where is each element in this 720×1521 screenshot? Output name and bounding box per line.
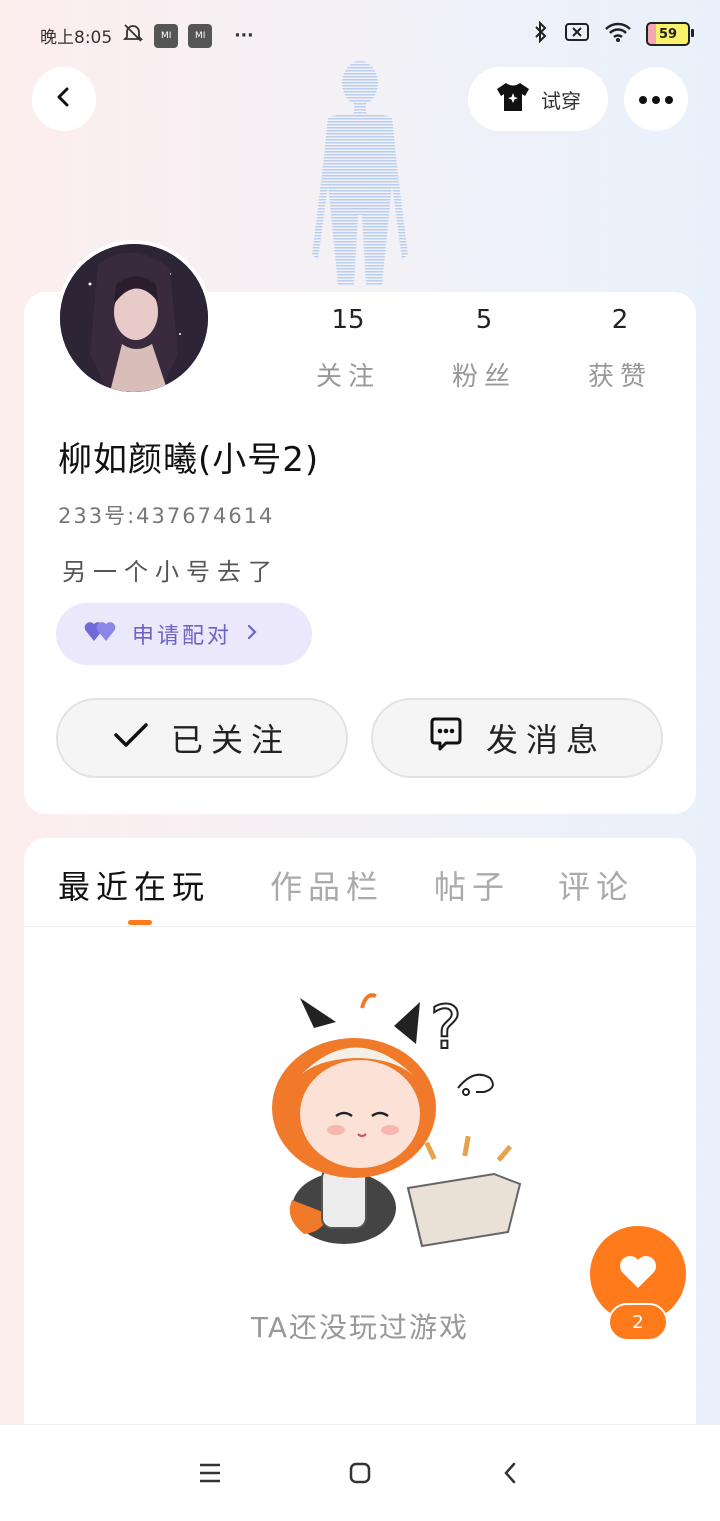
bell-off-icon <box>122 22 144 49</box>
battery-indicator: 59 <box>646 22 694 46</box>
content-card: 最近在玩 作品栏 帖子 评论 ? TA还没玩过游戏 <box>24 838 696 1438</box>
mi-app-icon-2: MI <box>188 23 213 48</box>
likes-label: 获赞 <box>587 362 652 392</box>
following-stat[interactable]: 15 关注 <box>280 300 416 393</box>
chevron-left-icon <box>52 85 76 113</box>
send-message-button[interactable]: 发消息 <box>371 698 663 778</box>
mi-app-icon: MI <box>154 23 179 48</box>
recent-apps-button[interactable] <box>190 1455 230 1495</box>
followed-button[interactable]: 已关注 <box>56 698 348 778</box>
profile-uid: 233号:437674614 <box>58 504 275 528</box>
followers-label: 粉丝 <box>451 362 516 392</box>
hearts-icon <box>84 619 118 649</box>
followed-label: 已关注 <box>170 721 291 759</box>
send-message-label: 发消息 <box>485 721 606 759</box>
back-button[interactable] <box>32 67 96 131</box>
followers-stat[interactable]: 5 粉丝 <box>416 300 552 393</box>
back-chevron-icon <box>501 1461 519 1489</box>
empty-state-illustration: ? <box>244 988 534 1268</box>
followers-count: 5 <box>475 305 493 335</box>
try-on-button[interactable]: 试穿 <box>468 67 608 131</box>
tab-posts[interactable]: 帖子 <box>434 862 510 908</box>
bluetooth-icon <box>532 20 550 48</box>
wifi-icon <box>604 21 632 47</box>
menu-icon <box>198 1462 222 1488</box>
square-icon <box>348 1461 372 1489</box>
status-time: 晚上8:05 <box>40 28 113 48</box>
more-options-button[interactable] <box>624 67 688 131</box>
try-on-label: 试穿 <box>541 88 581 113</box>
empty-state-text: TA还没玩过游戏 <box>250 1311 470 1344</box>
following-count: 15 <box>331 305 365 335</box>
home-button[interactable] <box>340 1455 380 1495</box>
no-sim-icon <box>564 21 590 47</box>
following-label: 关注 <box>315 362 380 392</box>
like-count-badge: 2 <box>608 1303 668 1341</box>
system-back-button[interactable] <box>490 1455 530 1495</box>
system-navigation-bar <box>0 1424 720 1521</box>
profile-stats: 15 关注 5 粉丝 2 获赞 <box>280 300 700 393</box>
tab-works[interactable]: 作品栏 <box>270 862 384 908</box>
request-pair-button[interactable]: 申请配对 <box>56 603 312 665</box>
tab-recently-played[interactable]: 最近在玩 <box>58 862 210 908</box>
svg-text:?: ? <box>430 993 462 1063</box>
avatar-image <box>60 244 208 392</box>
likes-stat[interactable]: 2 获赞 <box>552 300 688 393</box>
profile-avatar[interactable] <box>56 240 212 396</box>
profile-nickname: 柳如颜曦(小号2) <box>58 440 320 480</box>
likes-count: 2 <box>611 305 629 335</box>
chat-bubble-icon <box>428 716 464 760</box>
tab-comments[interactable]: 评论 <box>558 862 634 908</box>
more-dots-icon <box>638 90 674 109</box>
chevron-right-icon <box>246 622 258 647</box>
tshirt-icon <box>495 81 531 118</box>
heart-icon <box>618 1254 658 1294</box>
tab-active-indicator <box>128 920 152 925</box>
profile-bio: 另一个小号去了 <box>62 558 279 586</box>
more-notifications-icon: ··· <box>234 25 254 46</box>
check-icon <box>113 719 149 757</box>
avatar-figure-hologram[interactable] <box>298 55 422 290</box>
request-pair-label: 申请配对 <box>132 624 233 649</box>
profile-tabs: 最近在玩 作品栏 帖子 评论 <box>24 838 696 927</box>
